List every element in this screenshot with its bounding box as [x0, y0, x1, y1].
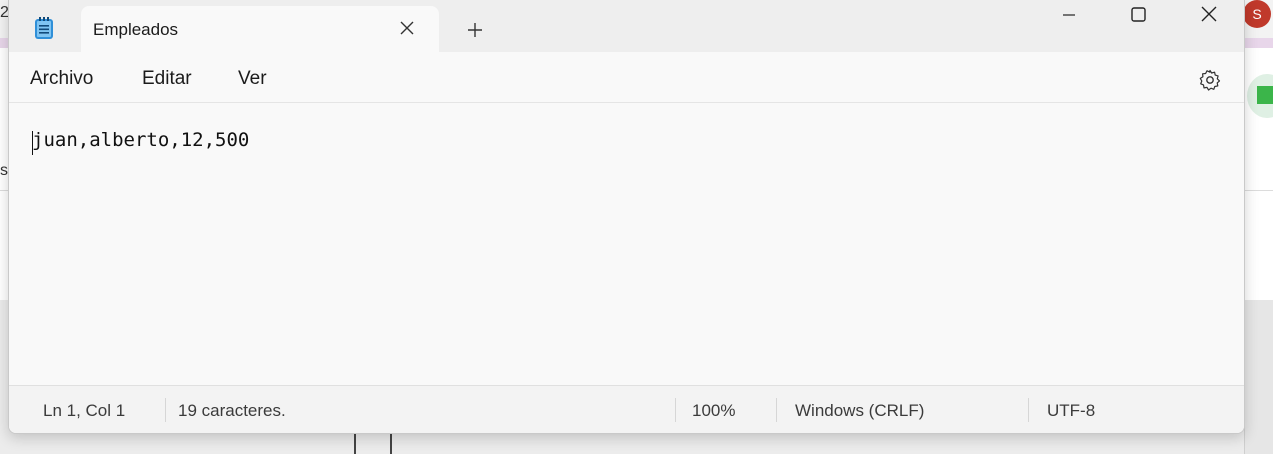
- menu-bar: Archivo Editar Ver: [9, 52, 1244, 103]
- status-zoom[interactable]: 100%: [692, 401, 735, 421]
- status-divider: [1028, 398, 1029, 422]
- background-text-fragment: s: [0, 162, 8, 179]
- tab-empleados[interactable]: Empleados: [81, 6, 439, 52]
- text-editor[interactable]: juan,alberto,12,500: [9, 103, 1244, 385]
- plus-icon[interactable]: [463, 18, 487, 42]
- title-bar: Empleados: [9, 0, 1244, 52]
- gear-icon[interactable]: [1198, 68, 1222, 92]
- notepad-window: Empleados Archivo Editar Ver juan,albert…: [8, 0, 1245, 434]
- menu-ver[interactable]: Ver: [238, 68, 267, 90]
- minimize-icon[interactable]: [1035, 0, 1105, 32]
- menu-editar[interactable]: Editar: [142, 68, 192, 90]
- avatar[interactable]: S: [1243, 0, 1271, 28]
- notepad-icon: [33, 16, 55, 40]
- status-divider: [776, 398, 777, 422]
- status-bar: Ln 1, Col 1 19 caracteres. 100% Windows …: [9, 385, 1244, 433]
- status-encoding[interactable]: UTF-8: [1047, 401, 1095, 421]
- background-side-panel: [1244, 300, 1273, 454]
- status-divider: [165, 398, 166, 422]
- text-caret: [32, 131, 33, 155]
- status-line-ending[interactable]: Windows (CRLF): [795, 401, 924, 421]
- status-position: Ln 1, Col 1: [43, 401, 126, 420]
- background-shape: [354, 432, 392, 454]
- tab-title: Empleados: [93, 20, 179, 39]
- close-window-icon[interactable]: [1173, 0, 1243, 32]
- app-icon-background[interactable]: [1247, 74, 1273, 118]
- status-divider: [675, 398, 676, 422]
- editor-content[interactable]: juan,alberto,12,500: [32, 129, 249, 151]
- status-characters: 19 caracteres.: [178, 401, 286, 420]
- close-icon[interactable]: [396, 17, 418, 39]
- maximize-icon[interactable]: [1104, 0, 1174, 32]
- menu-archivo[interactable]: Archivo: [30, 68, 93, 90]
